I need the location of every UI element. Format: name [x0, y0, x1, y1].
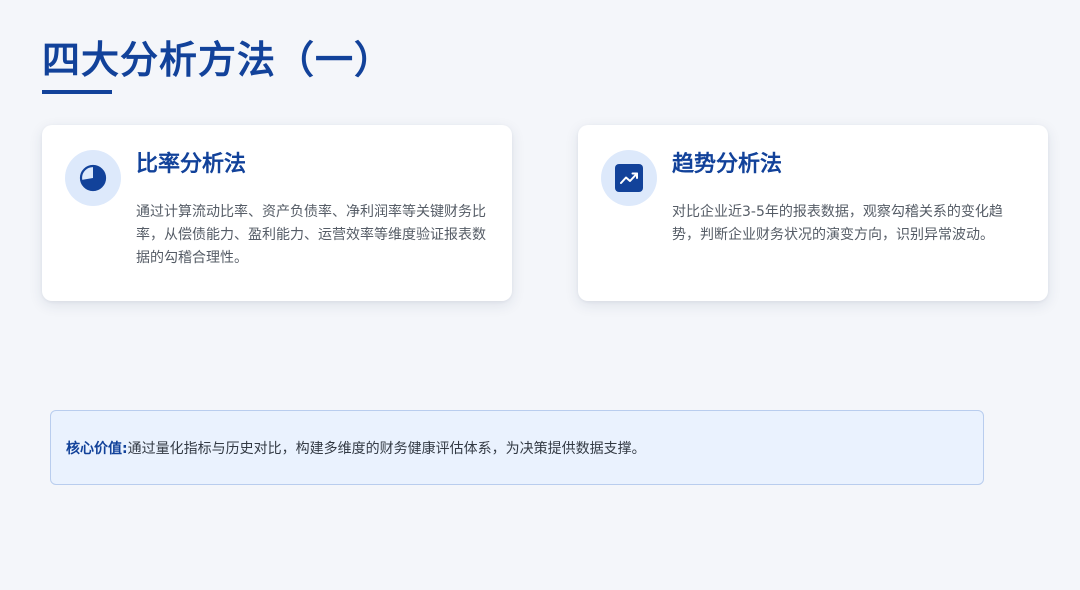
icon-badge [601, 150, 657, 206]
page-title: 四大分析方法（一） [42, 38, 394, 82]
method-card-trend: 趋势分析法 对比企业近3-5年的报表数据，观察勾稽关系的变化趋势，判断企业财务状… [578, 125, 1048, 301]
card-title: 比率分析法 [136, 152, 247, 177]
callout-label: 核心价值: [66, 440, 128, 457]
card-description: 对比企业近3-5年的报表数据，观察勾稽关系的变化趋势，判断企业财务状况的演变方向… [672, 204, 1003, 243]
slide: 四大分析方法（一） 比率分析法 通过计算流动比率、资产负债率、净利润率等关键财务… [0, 0, 1080, 590]
card-description: 通过计算流动比率、资产负债率、净利润率等关键财务比率，从偿债能力、盈利能力、运营… [136, 204, 486, 266]
callout-text: 通过量化指标与历史对比，构建多维度的财务健康评估体系，为决策提供数据支撑。 [127, 440, 646, 457]
title-underline [42, 90, 112, 94]
icon-badge [65, 150, 121, 206]
card-title: 趋势分析法 [672, 152, 783, 177]
trend-chart-icon [615, 164, 643, 192]
method-card-ratio: 比率分析法 通过计算流动比率、资产负债率、净利润率等关键财务比率，从偿债能力、盈… [42, 125, 512, 301]
core-value-callout: 核心价值: 通过量化指标与历史对比，构建多维度的财务健康评估体系，为决策提供数据… [50, 410, 984, 485]
pie-chart-icon [79, 164, 107, 192]
